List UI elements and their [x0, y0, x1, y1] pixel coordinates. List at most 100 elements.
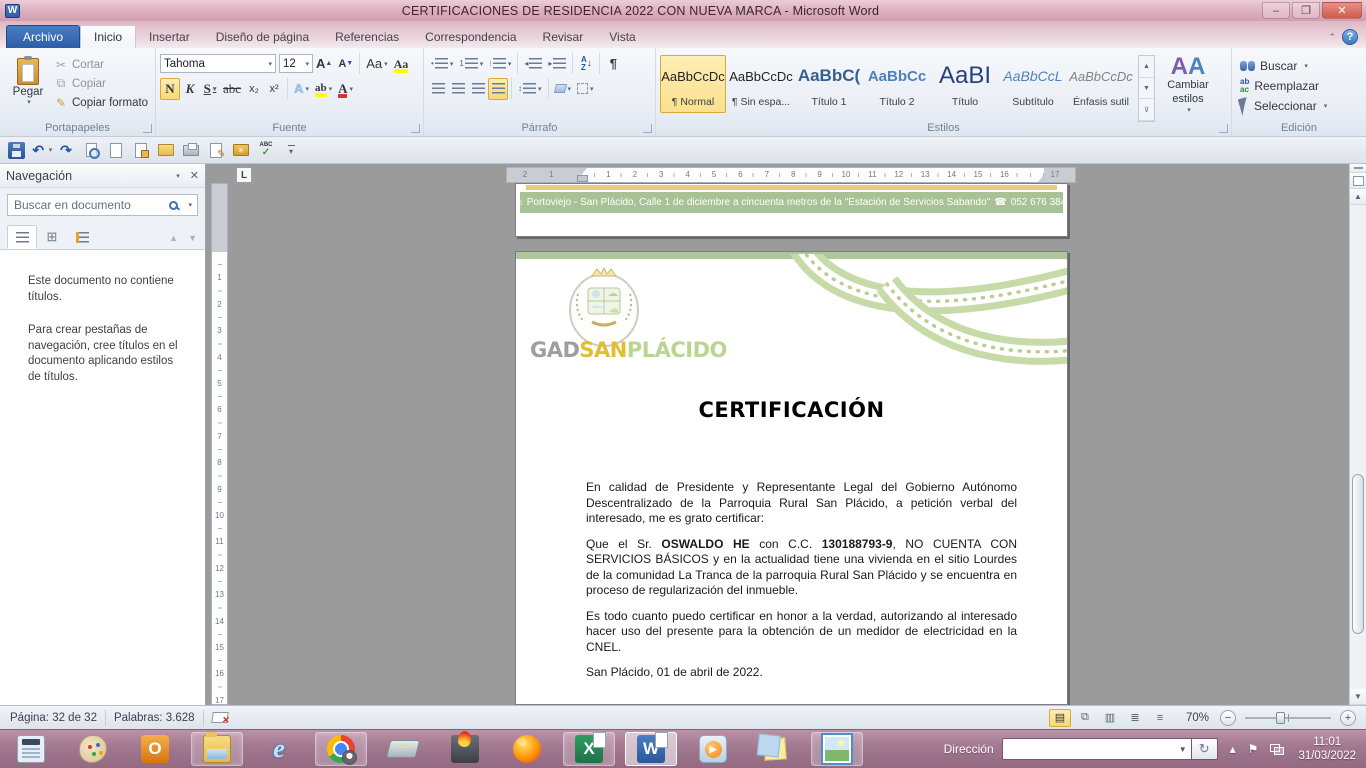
style-card-4[interactable]: AaBITítulo	[932, 55, 998, 113]
tab-revisar[interactable]: Revisar	[530, 25, 597, 48]
proofing-status-icon[interactable]	[211, 712, 229, 723]
qat-print-preview-button[interactable]	[79, 139, 103, 161]
taskbar-item-excel[interactable]: X	[563, 732, 615, 766]
line-spacing-button[interactable]: ↕▾	[515, 78, 545, 100]
replace-button[interactable]: abacReemplazar	[1240, 76, 1366, 96]
document-page-previous[interactable]: ⌂ Portoviejo - San Plácido, Calle 1 de d…	[515, 183, 1068, 237]
select-button[interactable]: Seleccionar▾	[1240, 96, 1366, 116]
help-icon[interactable]: ?	[1342, 29, 1358, 45]
document-page[interactable]: GADSANPLÁCIDO CERTIFICACIÓN En calidad d…	[515, 251, 1068, 705]
grow-font-button[interactable]: A▲	[313, 53, 335, 75]
bullets-button[interactable]: •▾	[428, 53, 456, 75]
taskbar-item-firefox[interactable]	[501, 732, 553, 766]
taskbar-item-calculator[interactable]	[5, 732, 57, 766]
taskbar-item-snipping-tool[interactable]	[811, 732, 863, 766]
dialog-launcher-icon[interactable]	[411, 124, 420, 133]
show-hidden-icons[interactable]: ▴	[1230, 742, 1236, 756]
font-name-combo[interactable]: Tahoma▾	[160, 54, 276, 73]
qat-edit-button[interactable]	[204, 139, 228, 161]
numbering-button[interactable]: 1▾	[456, 53, 486, 75]
qat-print-button[interactable]	[179, 139, 203, 161]
change-case-button[interactable]: Aa▾	[363, 53, 390, 75]
tab-correspondencia[interactable]: Correspondencia	[412, 25, 529, 48]
taskbar-item-internet-explorer[interactable]: e	[253, 732, 305, 766]
taskbar-item-outlook[interactable]: O	[129, 732, 181, 766]
qat-favorites-button[interactable]	[229, 139, 253, 161]
split-handle[interactable]	[1350, 164, 1366, 173]
paste-button[interactable]: Pegar ▾	[6, 55, 50, 120]
style-card-1[interactable]: AaBbCcDc¶ Sin espa...	[728, 55, 794, 113]
search-input[interactable]: Buscar en documento ▾	[7, 194, 198, 216]
qat-spelling-button[interactable]	[254, 139, 278, 161]
tab-inicio[interactable]: Inicio	[80, 25, 136, 48]
justify-button[interactable]	[488, 78, 508, 100]
indent-marker[interactable]	[577, 168, 587, 182]
tab-insertar[interactable]: Insertar	[136, 25, 203, 48]
chevron-down-icon[interactable]: ▾	[176, 172, 180, 180]
network-icon[interactable]	[1270, 744, 1284, 755]
ruler-toggle-button[interactable]	[1350, 173, 1366, 189]
style-card-3[interactable]: AaBbCcTítulo 2	[864, 55, 930, 113]
align-left-button[interactable]	[428, 78, 448, 100]
zoom-slider-thumb[interactable]	[1276, 712, 1285, 724]
borders-button[interactable]: ▾	[574, 78, 597, 100]
tab-stop-selector[interactable]: L	[236, 167, 252, 183]
find-button[interactable]: Buscar▾	[1240, 56, 1366, 76]
gallery-expand-icon[interactable]: ⊽	[1139, 99, 1154, 121]
show-marks-button[interactable]: ¶	[603, 53, 623, 75]
search-icon[interactable]	[169, 201, 178, 210]
scroll-up-icon[interactable]: ▲	[1139, 56, 1154, 78]
superscript-button[interactable]: x²	[264, 78, 284, 100]
qat-open-button[interactable]	[154, 139, 178, 161]
next-result-icon[interactable]: ▼	[188, 233, 197, 243]
scrollbar-thumb[interactable]	[1352, 474, 1364, 634]
decrease-indent-button[interactable]: ◂	[521, 53, 545, 75]
zoom-level[interactable]: 70%	[1186, 712, 1209, 724]
action-center-flag-icon[interactable]: ⚑	[1248, 742, 1259, 756]
copy-button[interactable]: ⧉Copiar	[52, 74, 150, 93]
cut-button[interactable]: ✂Cortar	[52, 55, 150, 74]
zoom-slider[interactable]	[1245, 717, 1331, 719]
sort-button[interactable]: AZ↓	[576, 53, 596, 75]
align-right-button[interactable]	[468, 78, 488, 100]
increase-indent-button[interactable]: ▸	[545, 53, 569, 75]
word-count[interactable]: Palabras: 3.628	[114, 712, 195, 724]
qat-attach-button[interactable]	[129, 139, 153, 161]
highlight-color-button[interactable]: ab▾	[312, 78, 335, 100]
taskbar-item-word[interactable]: W	[625, 732, 677, 766]
scroll-down-icon[interactable]: ▼	[1139, 78, 1154, 100]
multilevel-list-button[interactable]: ⁝▾	[486, 53, 514, 75]
tab-browse-pages[interactable]: ⊞	[37, 225, 67, 249]
tab-referencias[interactable]: Referencias	[322, 25, 412, 48]
taskbar-item-chrome[interactable]	[315, 732, 367, 766]
qat-new-document-button[interactable]	[104, 139, 128, 161]
vertical-ruler[interactable]: 1234567891011121314151617	[211, 183, 228, 705]
taskbar-item-media-player[interactable]	[687, 732, 739, 766]
text-effects-button[interactable]: A▾	[291, 78, 312, 100]
restore-button[interactable]: ❐	[1292, 2, 1320, 19]
format-painter-button[interactable]: ✎Copiar formato	[52, 93, 150, 112]
tab-archivo[interactable]: Archivo	[6, 25, 80, 48]
style-card-5[interactable]: AaBbCcLSubtítulo	[1000, 55, 1066, 113]
taskbar-item-file-explorer[interactable]	[191, 732, 243, 766]
qat-redo-button[interactable]	[54, 139, 78, 161]
taskbar-clock[interactable]: 11:01 31/03/2022	[1298, 735, 1356, 764]
view-draft-button[interactable]: ≡	[1149, 709, 1171, 727]
collapse-ribbon-icon[interactable]: ⌃	[1328, 32, 1336, 43]
bold-button[interactable]: N	[160, 78, 180, 100]
close-icon[interactable]: ✕	[190, 169, 199, 182]
chevron-down-icon[interactable]: ▾	[49, 146, 53, 154]
align-center-button[interactable]	[448, 78, 468, 100]
style-card-0[interactable]: AaBbCcDc¶ Normal	[660, 55, 726, 113]
taskbar-item-sticky-notes[interactable]	[749, 732, 801, 766]
dialog-launcher-icon[interactable]	[643, 124, 652, 133]
tab-browse-results[interactable]	[67, 225, 97, 249]
view-fullscreen-reading-button[interactable]: ⧉	[1074, 709, 1096, 727]
view-web-layout-button[interactable]: ▥	[1099, 709, 1121, 727]
shrink-font-button[interactable]: A▼	[335, 53, 356, 75]
tab-browse-headings[interactable]	[7, 225, 37, 249]
taskbar-item-nero[interactable]	[439, 732, 491, 766]
shading-button[interactable]: ▾	[552, 78, 575, 100]
horizontal-ruler[interactable]: 21123456789101112131415161718	[506, 167, 1076, 183]
subscript-button[interactable]: x₂	[244, 78, 264, 100]
